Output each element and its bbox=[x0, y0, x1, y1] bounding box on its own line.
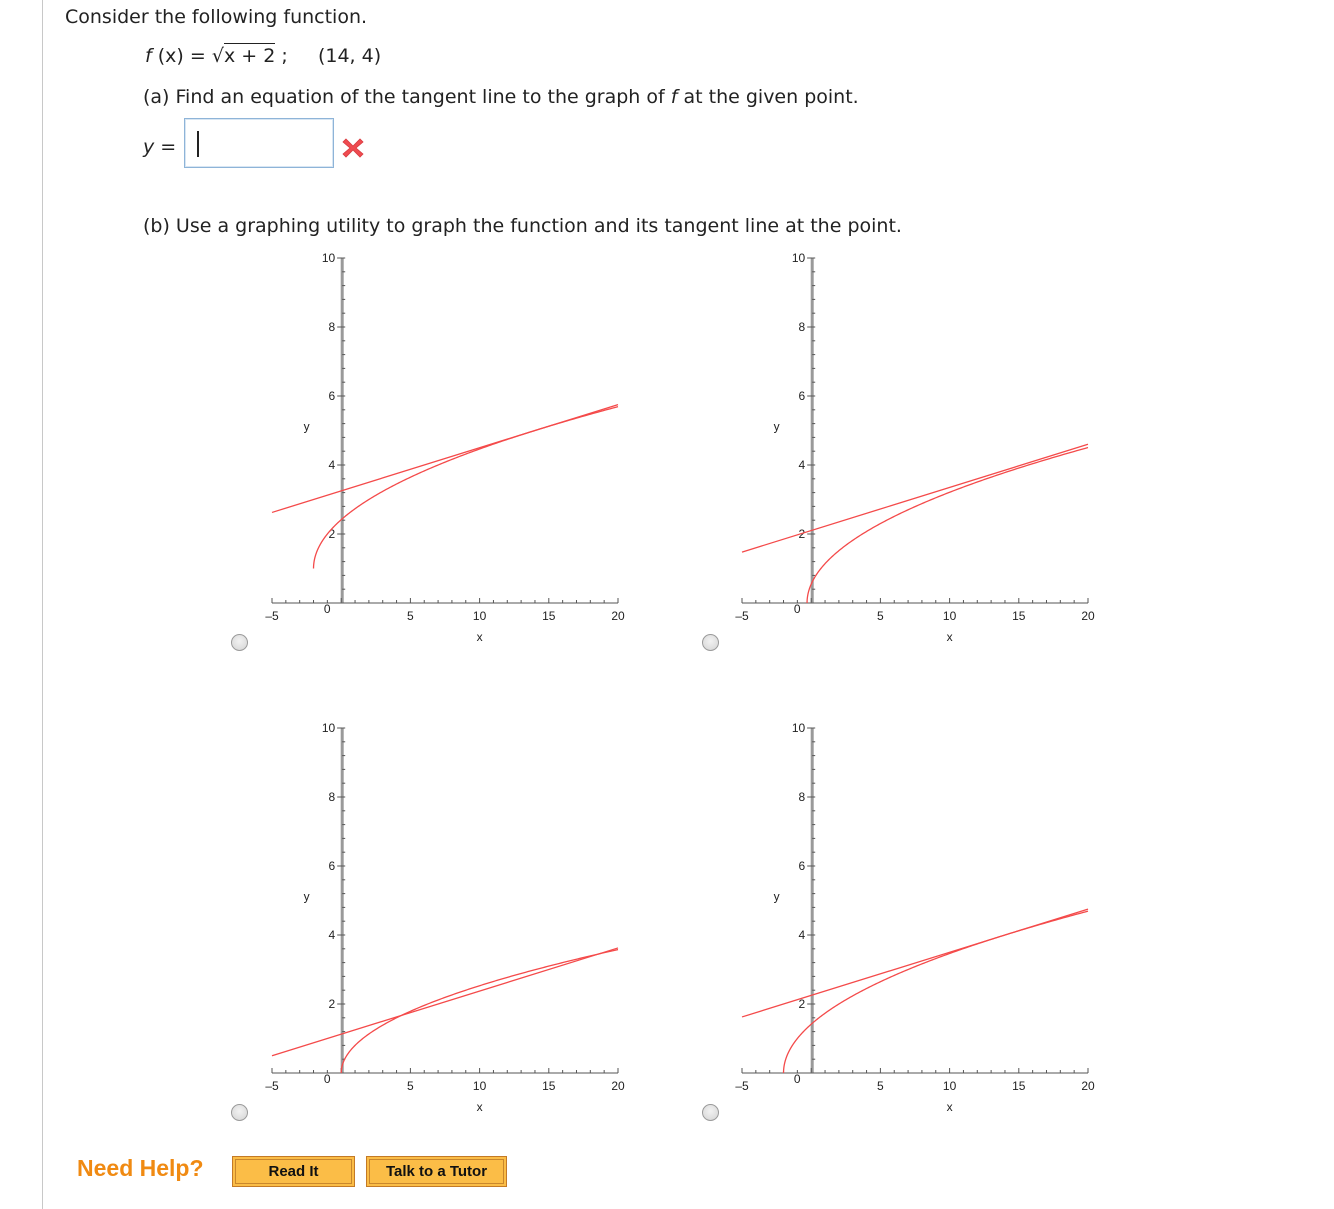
red-x-icon bbox=[342, 138, 364, 158]
x-tick-label: 5 bbox=[877, 1079, 884, 1093]
equals-sign: = bbox=[189, 45, 206, 67]
y-tick-label: 8 bbox=[329, 320, 336, 334]
x-tick-label: 10 bbox=[473, 609, 487, 623]
y-tick-label: 4 bbox=[799, 928, 806, 942]
x-axis-label: x bbox=[947, 630, 953, 644]
read-it-button[interactable]: Read It bbox=[232, 1156, 355, 1187]
graph-plot: –5 0 5 10 15 20246810xy bbox=[265, 251, 625, 644]
x-tick-label: 15 bbox=[1012, 1079, 1026, 1093]
y-axis-label: y bbox=[774, 890, 780, 904]
radicand: x + 2 bbox=[223, 43, 276, 67]
question-intro: Consider the following function. bbox=[65, 6, 368, 28]
tangent-line bbox=[271, 947, 619, 1057]
graph-option-radio-1[interactable] bbox=[231, 634, 248, 651]
talk-to-tutor-button[interactable]: Talk to a Tutor bbox=[366, 1156, 507, 1187]
y-tick-label: 10 bbox=[792, 251, 806, 265]
x-tick-label: 0 bbox=[324, 1072, 331, 1086]
x-tick-label: 20 bbox=[1081, 1079, 1095, 1093]
y-tick-label: 6 bbox=[329, 389, 336, 403]
function-arg: (x) bbox=[157, 45, 184, 67]
y-axis-label: y bbox=[774, 420, 780, 434]
tangent-line bbox=[271, 404, 619, 514]
y-tick-label: 8 bbox=[329, 790, 336, 804]
part-a-prompt: (a) Find an equation of the tangent line… bbox=[143, 86, 859, 108]
y-tick-label: 4 bbox=[329, 928, 336, 942]
x-tick-label: 0 bbox=[324, 602, 331, 616]
x-tick-label: 5 bbox=[877, 609, 884, 623]
x-tick-label: –5 bbox=[735, 609, 749, 623]
x-tick-label: 5 bbox=[407, 609, 414, 623]
tangent-line bbox=[741, 443, 1089, 553]
y-tick-label: 6 bbox=[329, 859, 336, 873]
graph-option-radio-4[interactable] bbox=[702, 1104, 719, 1121]
y-tick-label: 6 bbox=[799, 389, 806, 403]
x-tick-label: 5 bbox=[407, 1079, 414, 1093]
answer-eq: = bbox=[160, 136, 177, 158]
function-definition: f (x) = √x + 2 ; (14, 4) bbox=[145, 43, 382, 67]
answer-var: y bbox=[143, 136, 155, 158]
x-tick-label: 15 bbox=[1012, 609, 1026, 623]
x-tick-label: 0 bbox=[794, 1072, 801, 1086]
y-tick-label: 10 bbox=[322, 251, 336, 265]
graph-option-radio-2[interactable] bbox=[702, 634, 719, 651]
y-tick-label: 4 bbox=[329, 458, 336, 472]
y-tick-label: 10 bbox=[322, 721, 336, 735]
function-curve bbox=[312, 406, 619, 569]
y-tick-label: 8 bbox=[799, 320, 806, 334]
x-axis-label: x bbox=[477, 1100, 483, 1114]
sqrt-symbol: √ bbox=[211, 45, 224, 67]
y-tick-label: 4 bbox=[799, 458, 806, 472]
y-tick-label: 8 bbox=[799, 790, 806, 804]
function-curve bbox=[806, 446, 1089, 603]
graph-option-1: –5 0 5 10 15 20 2 4 6 8 10 x y bbox=[265, 251, 625, 644]
text-cursor bbox=[197, 131, 199, 157]
y-axis-label: y bbox=[304, 420, 310, 434]
part-a-fn: f bbox=[670, 86, 678, 108]
graph-option-4: –5 0 5 10 15 20 2 4 6 8 10 x y bbox=[735, 721, 1095, 1114]
part-a-suffix: at the given point. bbox=[683, 86, 859, 108]
y-tick-label: 10 bbox=[792, 721, 806, 735]
given-point: (14, 4) bbox=[317, 45, 382, 67]
part-b-prompt: (b) Use a graphing utility to graph the … bbox=[143, 215, 902, 237]
graph-plot: –5 0 5 10 15 20246810xy bbox=[735, 721, 1095, 1114]
x-axis-label: x bbox=[477, 630, 483, 644]
left-border bbox=[42, 0, 43, 1209]
y-axis-label: y bbox=[304, 890, 310, 904]
y-tick-label: 2 bbox=[329, 997, 336, 1011]
graph-plot: –5 0 5 10 15 20246810xy bbox=[735, 251, 1095, 644]
graph-plot: –5 0 5 10 15 20 2 4 6 8 10 x y bbox=[265, 721, 625, 1114]
answer-label: y = bbox=[143, 136, 176, 158]
x-tick-label: 20 bbox=[611, 609, 625, 623]
y-tick-label: 6 bbox=[799, 859, 806, 873]
x-tick-label: 10 bbox=[943, 1079, 957, 1093]
terminator: ; bbox=[281, 45, 288, 67]
part-a-text: (a) Find an equation of the tangent line… bbox=[143, 86, 665, 108]
tangent-answer-input[interactable] bbox=[184, 118, 334, 168]
x-tick-label: 15 bbox=[542, 609, 556, 623]
x-tick-label: –5 bbox=[265, 609, 279, 623]
need-help-label: Need Help? bbox=[77, 1155, 204, 1181]
x-tick-label: 20 bbox=[1081, 609, 1095, 623]
x-tick-label: 10 bbox=[473, 1079, 487, 1093]
x-tick-label: 0 bbox=[794, 602, 801, 616]
function-curve bbox=[782, 910, 1089, 1074]
function-curve bbox=[340, 948, 619, 1073]
graph-option-radio-3[interactable] bbox=[231, 1104, 248, 1121]
x-tick-label: –5 bbox=[735, 1079, 749, 1093]
x-tick-label: –5 bbox=[265, 1079, 279, 1093]
graph-option-3: –5 0 5 10 15 20 2 4 6 8 10 x y bbox=[265, 721, 625, 1114]
x-tick-label: 20 bbox=[611, 1079, 625, 1093]
x-tick-label: 10 bbox=[943, 609, 957, 623]
graph-option-2: –5 0 5 10 15 20 2 4 6 8 10 x y bbox=[735, 251, 1095, 644]
x-tick-label: 15 bbox=[542, 1079, 556, 1093]
function-name: f bbox=[145, 45, 152, 67]
x-axis-label: x bbox=[947, 1100, 953, 1114]
tangent-line bbox=[741, 908, 1089, 1018]
